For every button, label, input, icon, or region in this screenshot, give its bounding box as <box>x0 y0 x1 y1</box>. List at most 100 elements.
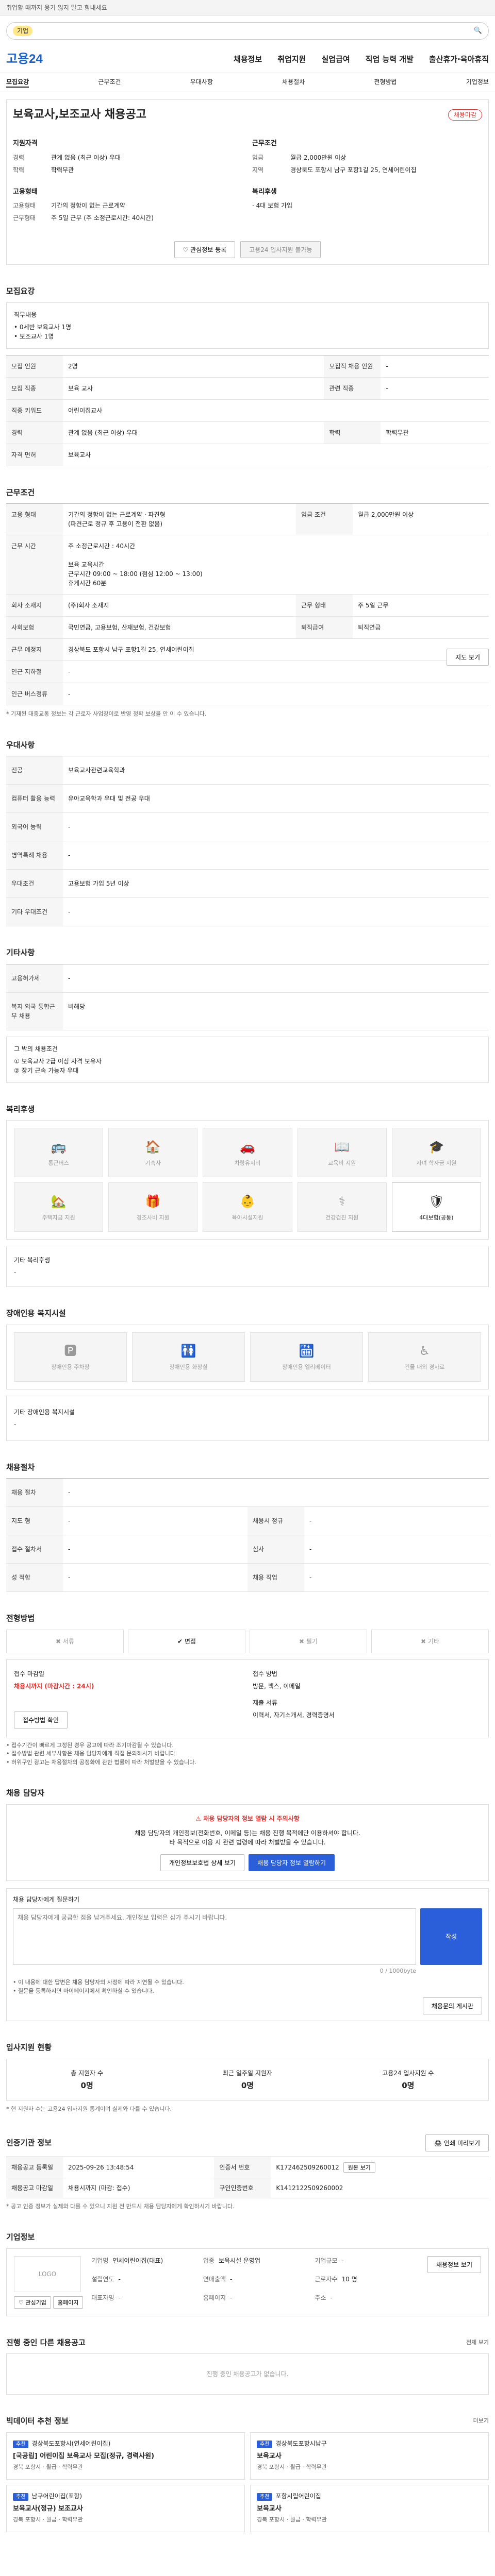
summary-work-key: 임금 <box>252 154 264 161</box>
qa-label: 채용 담당자에게 질문하기 <box>13 1895 80 1903</box>
disabled-title: 장애인용 복지시설 <box>6 1309 66 1318</box>
gnb-item-1[interactable]: 취업지원 <box>277 54 306 65</box>
posting-value: 채용시까지 (마감: 접수) <box>63 2178 214 2198</box>
pref-row: 병역특례 채용 - <box>6 841 489 870</box>
summary-form-row: 고용형태 기간의 정함이 없는 근로계약 <box>13 201 243 210</box>
welfare-icon: ⚕ <box>338 1194 345 1209</box>
search-input[interactable] <box>37 27 470 35</box>
check-method-button[interactable]: 접수방법 확인 <box>14 1711 68 1728</box>
view-contact-button[interactable]: 채용 담당자 정보 열람하기 <box>249 1854 335 1871</box>
company-like-button[interactable]: ♡ 관심기업 <box>14 2296 51 2309</box>
apply-button[interactable]: 고용24 입사지원 불가능 <box>240 241 321 258</box>
work-table: 고용 형태 기간의 정함이 없는 근로계약 · 파견형 (파견근로 정규 후 고용… <box>6 503 489 705</box>
summary-work-heading: 근무조건 <box>252 140 277 147</box>
interest-button[interactable]: ♡ 관심정보 등록 <box>174 241 236 258</box>
print-button[interactable]: 🖨 인쇄 미리보기 <box>425 2134 489 2151</box>
company-home-button[interactable]: 홈페이지 <box>53 2296 84 2309</box>
recruit-key: 모집 직종 <box>6 377 63 400</box>
summary-recruit-key: 학력 <box>13 166 25 174</box>
gnb-item-2[interactable]: 실업급여 <box>321 54 350 65</box>
recommend-card[interactable]: 추천 포항시립어린이집 보육교사 경북 포항시 · 월급 · 학력무관 <box>250 2484 489 2532</box>
summary-form-heading: 고용형태 <box>13 188 38 196</box>
disabled-item: ♿ 건물 내외 경사로 <box>368 1332 481 1382</box>
welfare-label: 육아시설지원 <box>232 1214 263 1221</box>
posting-table: 채용공고 등록일 2025-09-26 13:48:54 인증서 번호 K172462… <box>6 2156 489 2198</box>
company-view-button[interactable]: 채용정보 보기 <box>427 2256 481 2273</box>
recommend-card[interactable]: 추천 경상북도포항시(연세어린이집) [국공립] 어린이집 보육교사 모집(정규, … <box>6 2432 245 2480</box>
welfare-item: 🎓 자녀 학자금 지원 <box>391 1128 481 1177</box>
search-tag[interactable]: 기업 <box>13 26 33 36</box>
tab-2[interactable]: 우대사항 <box>190 77 213 88</box>
search-icon[interactable]: 🔍 <box>474 26 482 36</box>
accessibility-icon: ♿ <box>419 1344 431 1359</box>
process-value: - <box>63 1506 248 1535</box>
qa-note: • 질문을 등록하시면 마이페이지에서 확인하실 수 있습니다. <box>13 1987 154 1994</box>
work-value: 주 소정근로시간 : 40시간 보육 교육시간 근무시간 09:00 ~ 18:… <box>63 535 489 595</box>
posting-key: 채용공고 마감일 <box>6 2178 63 2198</box>
privacy-button[interactable]: 개인정보보호법 상세 보기 <box>160 1854 245 1871</box>
contact-warn: ⚠ 채용 담당자의 정보 열람 시 주의사항 <box>195 1815 300 1822</box>
method-item: ✖ 서류 <box>6 1629 124 1653</box>
company-field: 기업명 연세어린이집(대표) <box>91 2256 196 2272</box>
summary-work-value: 경상북도 포항시 남구 포항1길 25, 연세어린이집 <box>290 166 417 174</box>
welfare-section: 복리후생 🚌 통근버스 🏠 기숙사 🚗 차량유지비 📖 교육비 지원 🎓 자녀 학자금 지원 🏡 주택… <box>6 1104 489 1287</box>
company-value: 10 명 <box>341 2275 357 2283</box>
search-box[interactable]: 기업 🔍 <box>6 22 489 40</box>
recommend-card[interactable]: 추천 남구어린이집(포항) 보육교사(정규) 보조교사 경북 포항시 · 월급 · 학… <box>6 2484 245 2532</box>
recommend-name: 보육교사(정규) 보조교사 <box>13 2504 84 2513</box>
other-posts-more[interactable]: 전체 보기 <box>466 2338 489 2347</box>
welfare-item: 📖 교육비 지원 <box>297 1128 387 1177</box>
work-row: 사회보험 국민연금, 고용보험, 산재보험, 건강보험 퇴직급여 퇴직연금 <box>6 616 489 639</box>
work-value: 국민연금, 고용보험, 산재보험, 건강보험 <box>63 616 296 639</box>
disabled-label: 건물 내외 경사로 <box>404 1364 445 1371</box>
welfare-item: 🏠 기숙사 <box>108 1128 198 1177</box>
pref-value: 보육교사관련교육학과 <box>63 756 489 785</box>
etc-row: 복지 외국 통합근무 채용 비해당 <box>6 992 489 1030</box>
recommend-head: 추천 경상북도포항시(연세어린이집) <box>13 2439 238 2448</box>
tab-3[interactable]: 채용절차 <box>282 77 305 88</box>
gnb-item-4[interactable]: 출산휴가·육아휴직 <box>429 54 489 65</box>
disabled-other-value: - <box>14 1420 16 1428</box>
recommend-more[interactable]: 더보기 <box>473 2417 489 2426</box>
company-key: 설립연도 <box>91 2275 114 2283</box>
work-row: 고용 형태 기간의 정함이 없는 근로계약 · 파견형 (파견근로 정규 후 고용… <box>6 503 489 535</box>
welfare-label: 건강검진 지원 <box>325 1214 359 1221</box>
company-value: - <box>118 2275 121 2283</box>
recommend-card[interactable]: 추천 경상북도포항시남구 보육교사 경북 포항시 · 월급 · 학력무관 <box>250 2432 489 2480</box>
tab-1[interactable]: 근무조건 <box>98 77 121 88</box>
map-button[interactable]: 지도 보기 <box>447 649 489 666</box>
posting-key2: 구인인증번호 <box>214 2178 271 2198</box>
company-field: 주소 - <box>315 2293 419 2309</box>
etc-note: ② 장기 근속 가능자 우대 <box>14 1066 79 1074</box>
process-table: 채용 절차 - 지도 형 - 채용시 정규 - 접수 절차서 - 심사 - 성 적합 - 채용 직업 - <box>6 1478 489 1592</box>
recommend-name: 보육교사 <box>257 2504 282 2513</box>
tab-0[interactable]: 모집요강 <box>6 77 29 88</box>
search-row: 기업 🔍 <box>0 16 495 46</box>
qa-more-button[interactable]: 채용문의 게시판 <box>422 1997 482 2014</box>
qa-input[interactable] <box>13 1908 416 1965</box>
summary-card: 보육교사,보조교사 채용공고 채용마감 지원자격 경력 관계 없음 (최근 이상)… <box>6 99 489 265</box>
company-value: 보육시설 운영업 <box>218 2257 261 2264</box>
recruit-table: 모집 인원 2명 모집직 채용 인원 - 모집 직종 보육 교사 관련 직종 - 직종 키워드 어… <box>6 354 489 466</box>
recommend-tag: 추천 <box>13 2493 29 2501</box>
disabled-label: 장애인용 화장실 <box>169 1364 208 1371</box>
work-key2: 퇴직급여 <box>295 616 353 639</box>
company-title: 기업정보 <box>6 2232 35 2242</box>
recommend-head: 추천 포항시립어린이집 <box>257 2492 482 2501</box>
tab-5[interactable]: 기업정보 <box>466 77 489 88</box>
company-key: 근로자수 <box>315 2275 338 2283</box>
recommend-company: 경상북도포항시남구 <box>275 2439 327 2447</box>
gnb-item-3[interactable]: 직업 능력 개발 <box>366 54 414 65</box>
pref-key: 기타 우대조건 <box>6 897 63 926</box>
recruit-row: 자격 면허 보육교사 <box>6 444 489 466</box>
qa-submit-button[interactable]: 작성 <box>420 1908 482 1965</box>
tab-4[interactable]: 전형방법 <box>374 77 397 88</box>
original-view-button[interactable]: 원본 보기 <box>343 2162 375 2173</box>
gnb-item-0[interactable]: 채용정보 <box>234 54 262 65</box>
site-logo[interactable]: 고용24 <box>6 50 43 69</box>
global-nav: 고용24 채용정보 취업지원 실업급여 직업 능력 개발 출산휴가·육아휴직 <box>0 46 495 73</box>
company-value: 연세어린이집(대표) <box>112 2257 163 2264</box>
recruit-value: 보육 교사 <box>63 377 324 400</box>
way-label: 접수 방법 <box>253 1670 277 1677</box>
summary-recruit-key: 경력 <box>13 154 25 161</box>
